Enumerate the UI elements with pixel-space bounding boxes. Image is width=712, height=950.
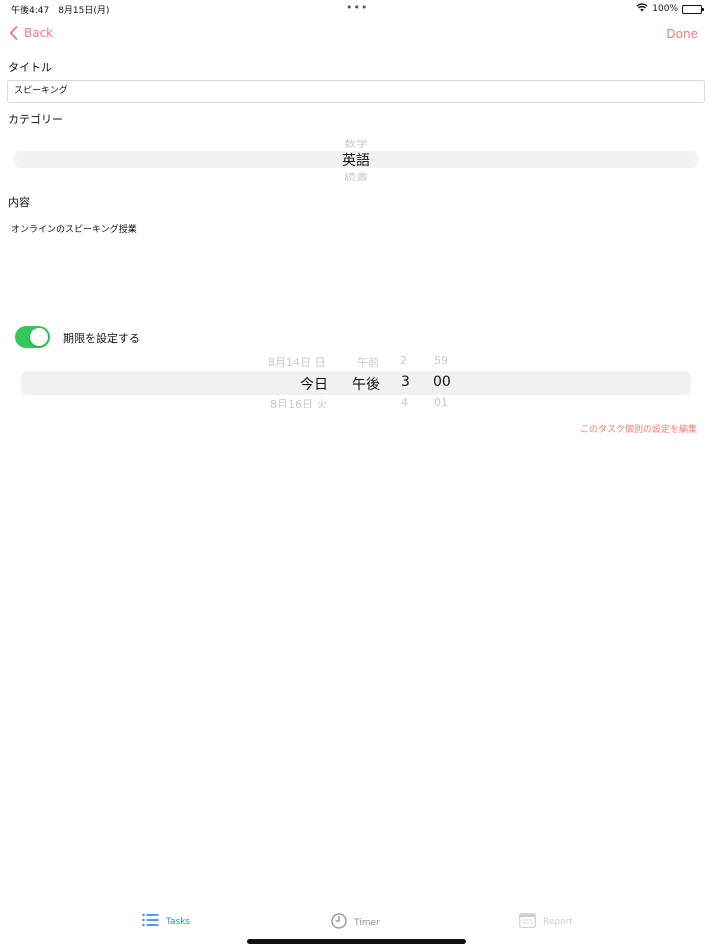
- deadline-toggle-label: 期限を設定する: [63, 332, 140, 345]
- tab-timer-label: Timer: [354, 917, 380, 928]
- back-button-label: Back: [24, 26, 54, 40]
- status-bar: 午後4:47 8月15日(月) ••• 100%: [0, 0, 712, 18]
- back-button[interactable]: Back: [9, 26, 53, 40]
- date-minute-selected[interactable]: 00: [433, 374, 451, 390]
- list-icon: [142, 913, 159, 930]
- date-day-below[interactable]: 8月16日 火: [270, 396, 328, 408]
- category-picker[interactable]: 数学 英語 読書: [0, 128, 712, 184]
- date-day-selected[interactable]: 今日: [300, 374, 328, 394]
- tab-timer[interactable]: Timer: [331, 913, 380, 932]
- date-minute-above[interactable]: 59: [434, 354, 448, 367]
- edit-task-settings-link[interactable]: このタスク個別の設定を編集: [580, 422, 697, 435]
- done-button[interactable]: Done: [666, 27, 698, 41]
- clock-icon: [331, 913, 347, 932]
- home-indicator[interactable]: [247, 939, 466, 944]
- tab-tasks[interactable]: Tasks: [142, 913, 190, 930]
- title-input[interactable]: スピーキング: [7, 80, 705, 103]
- category-label: カテゴリー: [8, 113, 63, 126]
- chevron-left-icon: [9, 26, 18, 40]
- deadline-toggle[interactable]: [15, 326, 50, 348]
- toggle-knob: [30, 328, 48, 346]
- category-option-selected[interactable]: 英語: [0, 150, 712, 170]
- deadline-date-picker[interactable]: 8月14日 日 午前 2 59 今日 午後 3 00 8月16日 火 4 01: [0, 352, 712, 408]
- category-option-below[interactable]: 読書: [0, 170, 712, 183]
- tab-report[interactable]: Report: [519, 913, 573, 931]
- date-hour-below[interactable]: 4: [401, 396, 408, 408]
- date-hour-selected[interactable]: 3: [401, 374, 410, 390]
- date-minute-below[interactable]: 01: [434, 396, 448, 408]
- date-ampm-above[interactable]: 午前: [357, 354, 379, 370]
- status-time-date: 午後4:47 8月15日(月): [11, 6, 110, 16]
- date-hour-above[interactable]: 2: [400, 354, 407, 367]
- multitasking-dots-icon[interactable]: •••: [346, 1, 368, 14]
- date-ampm-selected[interactable]: 午後: [352, 374, 380, 394]
- battery-percent: 100%: [652, 4, 678, 14]
- date-day-above[interactable]: 8月14日 日: [268, 354, 326, 370]
- tab-report-label: Report: [543, 917, 573, 927]
- tab-tasks-label: Tasks: [166, 916, 191, 927]
- category-option-above[interactable]: 数学: [0, 137, 712, 150]
- battery-icon: [682, 4, 704, 14]
- content-textarea[interactable]: オンラインのスピーキング授業: [11, 222, 137, 235]
- status-right-group: 100%: [636, 3, 704, 15]
- wifi-icon: [636, 3, 648, 15]
- content-label: 内容: [8, 196, 30, 209]
- calendar-icon: [519, 913, 536, 931]
- title-label: タイトル: [8, 61, 52, 74]
